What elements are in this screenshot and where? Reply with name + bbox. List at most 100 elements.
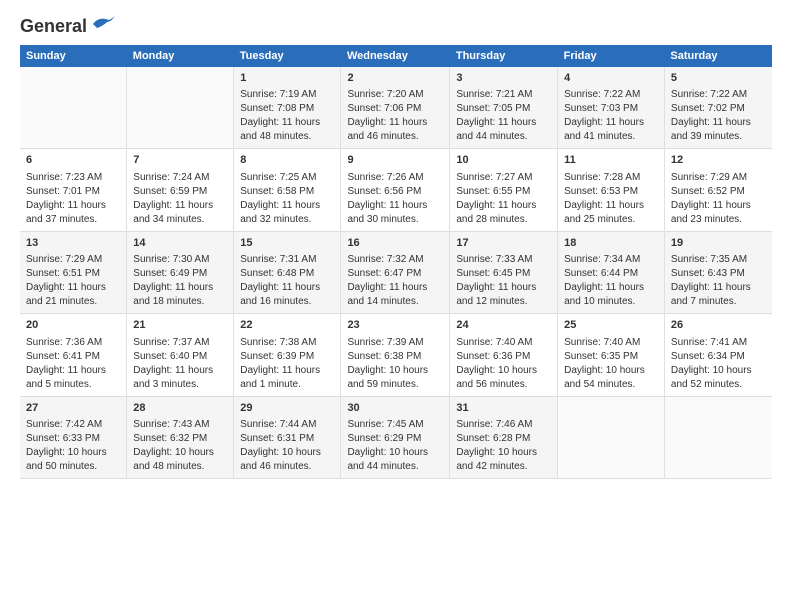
weekday-header-monday: Monday [127,45,234,67]
daylight-text: Daylight: 10 hours and 44 minutes. [347,446,443,474]
sunset-text: Sunset: 6:52 PM [671,185,766,199]
sunrise-text: Sunrise: 7:41 AM [671,336,766,350]
calendar-cell: 13Sunrise: 7:29 AMSunset: 6:51 PMDayligh… [20,231,127,313]
day-number: 9 [347,153,443,168]
calendar-week-row: 20Sunrise: 7:36 AMSunset: 6:41 PMDayligh… [20,314,772,396]
sunset-text: Sunset: 6:40 PM [133,350,227,364]
sunset-text: Sunset: 6:39 PM [240,350,334,364]
sunset-text: Sunset: 6:51 PM [26,267,120,281]
calendar-cell: 15Sunrise: 7:31 AMSunset: 6:48 PMDayligh… [234,231,341,313]
sunset-text: Sunset: 6:32 PM [133,432,227,446]
daylight-text: Daylight: 11 hours and 32 minutes. [240,199,334,227]
daylight-text: Daylight: 11 hours and 16 minutes. [240,281,334,309]
weekday-header-thursday: Thursday [450,45,558,67]
weekday-header-friday: Friday [558,45,665,67]
calendar-cell: 7Sunrise: 7:24 AMSunset: 6:59 PMDaylight… [127,149,234,231]
day-number: 5 [671,71,766,86]
sunrise-text: Sunrise: 7:31 AM [240,253,334,267]
sunrise-text: Sunrise: 7:40 AM [564,336,658,350]
sunrise-text: Sunrise: 7:30 AM [133,253,227,267]
sunset-text: Sunset: 6:43 PM [671,267,766,281]
sunset-text: Sunset: 6:34 PM [671,350,766,364]
weekday-header-saturday: Saturday [664,45,772,67]
day-number: 19 [671,236,766,251]
calendar-cell: 25Sunrise: 7:40 AMSunset: 6:35 PMDayligh… [558,314,665,396]
calendar-cell: 27Sunrise: 7:42 AMSunset: 6:33 PMDayligh… [20,396,127,478]
daylight-text: Daylight: 11 hours and 18 minutes. [133,281,227,309]
day-number: 1 [240,71,334,86]
sunrise-text: Sunrise: 7:29 AM [671,171,766,185]
day-number: 28 [133,401,227,416]
sunset-text: Sunset: 6:35 PM [564,350,658,364]
daylight-text: Daylight: 10 hours and 48 minutes. [133,446,227,474]
sunrise-text: Sunrise: 7:35 AM [671,253,766,267]
daylight-text: Daylight: 11 hours and 1 minute. [240,364,334,392]
calendar-cell: 17Sunrise: 7:33 AMSunset: 6:45 PMDayligh… [450,231,558,313]
day-number: 20 [26,318,120,333]
sunrise-text: Sunrise: 7:26 AM [347,171,443,185]
daylight-text: Daylight: 11 hours and 46 minutes. [347,116,443,144]
sunset-text: Sunset: 6:28 PM [456,432,551,446]
logo: General [20,16,117,33]
day-number: 27 [26,401,120,416]
daylight-text: Daylight: 11 hours and 30 minutes. [347,199,443,227]
calendar-cell [127,67,234,149]
sunrise-text: Sunrise: 7:38 AM [240,336,334,350]
weekday-header-row: SundayMondayTuesdayWednesdayThursdayFrid… [20,45,772,67]
calendar-cell: 9 Sunrise: 7:26 AMSunset: 6:56 PMDaylight… [341,149,450,231]
weekday-header-sunday: Sunday [20,45,127,67]
sunset-text: Sunset: 7:03 PM [564,102,658,116]
calendar-cell: 21Sunrise: 7:37 AMSunset: 6:40 PMDayligh… [127,314,234,396]
sunset-text: Sunset: 6:29 PM [347,432,443,446]
day-number: 30 [347,401,443,416]
sunset-text: Sunset: 6:58 PM [240,185,334,199]
daylight-text: Daylight: 11 hours and 37 minutes. [26,199,120,227]
day-number: 8 [240,153,334,168]
daylight-text: Daylight: 10 hours and 56 minutes. [456,364,551,392]
daylight-text: Daylight: 11 hours and 39 minutes. [671,116,766,144]
sunset-text: Sunset: 7:02 PM [671,102,766,116]
daylight-text: Daylight: 11 hours and 41 minutes. [564,116,658,144]
sunset-text: Sunset: 6:47 PM [347,267,443,281]
calendar-week-row: 27Sunrise: 7:42 AMSunset: 6:33 PMDayligh… [20,396,772,478]
sunrise-text: Sunrise: 7:25 AM [240,171,334,185]
sunrise-text: Sunrise: 7:34 AM [564,253,658,267]
daylight-text: Daylight: 10 hours and 50 minutes. [26,446,120,474]
calendar-cell: 26Sunrise: 7:41 AMSunset: 6:34 PMDayligh… [664,314,772,396]
sunrise-text: Sunrise: 7:42 AM [26,418,120,432]
day-number: 7 [133,153,227,168]
day-number: 6 [26,153,120,168]
sunrise-text: Sunrise: 7:28 AM [564,171,658,185]
sunrise-text: Sunrise: 7:37 AM [133,336,227,350]
daylight-text: Daylight: 11 hours and 3 minutes. [133,364,227,392]
daylight-text: Daylight: 11 hours and 10 minutes. [564,281,658,309]
calendar-cell: 1Sunrise: 7:19 AMSunset: 7:08 PMDaylight… [234,67,341,149]
sunrise-text: Sunrise: 7:46 AM [456,418,551,432]
daylight-text: Daylight: 11 hours and 48 minutes. [240,116,334,144]
calendar-cell: 23Sunrise: 7:39 AMSunset: 6:38 PMDayligh… [341,314,450,396]
sunset-text: Sunset: 6:56 PM [347,185,443,199]
day-number: 26 [671,318,766,333]
sunrise-text: Sunrise: 7:20 AM [347,88,443,102]
sunset-text: Sunset: 6:49 PM [133,267,227,281]
daylight-text: Daylight: 11 hours and 25 minutes. [564,199,658,227]
calendar-cell [664,396,772,478]
daylight-text: Daylight: 10 hours and 46 minutes. [240,446,334,474]
weekday-header-wednesday: Wednesday [341,45,450,67]
calendar-cell: 4Sunrise: 7:22 AMSunset: 7:03 PMDaylight… [558,67,665,149]
sunset-text: Sunset: 6:55 PM [456,185,551,199]
sunset-text: Sunset: 6:45 PM [456,267,551,281]
day-number: 22 [240,318,334,333]
daylight-text: Daylight: 11 hours and 28 minutes. [456,199,551,227]
day-number: 18 [564,236,658,251]
weekday-header-tuesday: Tuesday [234,45,341,67]
calendar-cell: 14Sunrise: 7:30 AMSunset: 6:49 PMDayligh… [127,231,234,313]
calendar-cell: 19Sunrise: 7:35 AMSunset: 6:43 PMDayligh… [664,231,772,313]
calendar-page: General SundayMondayTuesdayWednesdayThur… [0,0,792,612]
calendar-week-row: 1Sunrise: 7:19 AMSunset: 7:08 PMDaylight… [20,67,772,149]
sunset-text: Sunset: 6:53 PM [564,185,658,199]
calendar-cell: 29Sunrise: 7:44 AMSunset: 6:31 PMDayligh… [234,396,341,478]
sunrise-text: Sunrise: 7:36 AM [26,336,120,350]
day-number: 10 [456,153,551,168]
day-number: 16 [347,236,443,251]
